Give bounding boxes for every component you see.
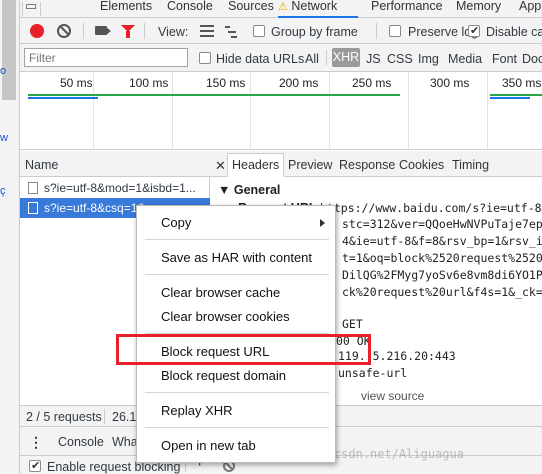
- menu-item-save-har[interactable]: Save as HAR with content: [137, 247, 337, 269]
- tab-network-label: Network: [291, 0, 338, 13]
- timeline-overview[interactable]: 50 ms 100 ms 150 ms 200 ms 250 ms 300 ms…: [20, 72, 542, 150]
- group-by-frame-label: Group by frame: [271, 25, 358, 39]
- large-rows-icon[interactable]: [200, 25, 214, 37]
- tab-application[interactable]: App: [519, 0, 541, 18]
- request-row[interactable]: s?ie=utf-8&mod=1&isbd=1...: [20, 178, 210, 198]
- timeline-tick: 250 ms: [352, 76, 392, 90]
- type-filter-js[interactable]: JS: [366, 52, 381, 66]
- request-waterfall-bar: [490, 97, 530, 99]
- drawer-tab-whats-new[interactable]: Wha: [112, 435, 138, 449]
- submenu-arrow-icon: [320, 219, 325, 227]
- tab-memory[interactable]: Memory: [456, 0, 501, 18]
- request-waterfall-bar: [28, 97, 98, 99]
- tab-headers[interactable]: Headers: [227, 153, 285, 177]
- menu-item-copy[interactable]: Copy: [137, 212, 337, 234]
- tab-cookies[interactable]: Cookies: [399, 158, 444, 172]
- transferred-size: 26.1: [112, 410, 137, 424]
- page-scroll-strip: o w ç: [0, 0, 20, 474]
- drawer-menu-icon[interactable]: ⋮: [29, 435, 43, 449]
- highlight-box: [116, 334, 371, 365]
- referrer-policy-value: unsafe-url: [338, 366, 408, 380]
- document-icon: [28, 182, 38, 194]
- filter-icon[interactable]: [121, 25, 135, 38]
- device-toolbar-icon[interactable]: ▭: [25, 0, 37, 18]
- filter-input[interactable]: [24, 48, 188, 67]
- request-url-value: https://www.baidu.com/s?ie=utf-8&c: [320, 201, 542, 215]
- request-waterfall-bar: [490, 94, 542, 96]
- request-method-value: GET: [342, 317, 363, 331]
- warning-icon: ⚠: [278, 1, 288, 13]
- disable-cache-label: Disable ca: [486, 25, 542, 39]
- timeline-tick: 100 ms: [129, 76, 169, 90]
- details-tab-strip: ✕ Headers Preview Response Cookies Timin…: [210, 151, 542, 177]
- devtools-tab-strip: ▭ Elements Console Sources ⚠ Network Per…: [20, 0, 542, 18]
- tab-elements[interactable]: Elements: [100, 0, 152, 18]
- type-filter-doc[interactable]: Doc: [522, 52, 542, 66]
- menu-item-clear-cookies[interactable]: Clear browser cookies: [137, 306, 337, 328]
- timeline-tick: 50 ms: [60, 76, 93, 90]
- close-icon[interactable]: ✕: [215, 158, 226, 174]
- scrollbar-thumb[interactable]: [2, 0, 16, 100]
- enable-request-blocking-checkbox[interactable]: [29, 459, 41, 472]
- tab-response[interactable]: Response: [339, 158, 395, 172]
- capture-screenshots-icon[interactable]: [95, 26, 111, 35]
- hide-data-urls-checkbox[interactable]: [199, 52, 211, 64]
- menu-item-replay-xhr[interactable]: Replay XHR: [137, 400, 337, 422]
- request-url-line: DilQG%2FMyg7yoSv6e8vm8di6YO1Pswv: [342, 268, 542, 282]
- page-link-fragment: o: [0, 65, 7, 77]
- tab-console[interactable]: Console: [167, 0, 213, 18]
- request-waterfall-bar: [28, 94, 400, 96]
- timeline-tick: 300 ms: [430, 76, 470, 90]
- document-icon: [28, 202, 38, 214]
- group-by-frame-checkbox[interactable]: [253, 25, 265, 37]
- request-count: 2 / 5 requests: [26, 410, 102, 424]
- type-filter-css[interactable]: CSS: [387, 52, 413, 66]
- general-section-toggle[interactable]: ▼ General: [218, 183, 280, 197]
- page-link-fragment: w: [0, 132, 8, 144]
- tab-performance[interactable]: Performance: [371, 0, 443, 18]
- overview-icon[interactable]: [225, 24, 239, 38]
- disable-cache-checkbox[interactable]: [468, 24, 480, 37]
- type-filter-xhr[interactable]: XHR: [332, 48, 360, 67]
- tab-network[interactable]: ⚠ Network: [278, 0, 358, 18]
- tab-timing[interactable]: Timing: [452, 158, 489, 172]
- hide-data-urls-label: Hide data URLs: [216, 52, 305, 66]
- network-toolbar: View: Group by frame Preserve log Disabl…: [20, 18, 542, 44]
- type-filter-all[interactable]: All: [305, 52, 319, 66]
- page-link-fragment: ç: [0, 185, 6, 197]
- menu-item-clear-cache[interactable]: Clear browser cache: [137, 282, 337, 304]
- clear-icon[interactable]: [57, 24, 71, 38]
- type-filter-media[interactable]: Media: [448, 52, 482, 66]
- preserve-log-checkbox[interactable]: [389, 25, 401, 37]
- view-source-link[interactable]: view source: [361, 389, 424, 403]
- name-column-header[interactable]: Name: [20, 151, 210, 177]
- request-url-line: 4&ie=utf-8&f=8&rsv_bp=1&rsv_idx=: [342, 234, 542, 248]
- drawer-tab-console[interactable]: Console: [58, 435, 104, 449]
- tab-preview[interactable]: Preview: [288, 158, 332, 172]
- timeline-tick: 150 ms: [206, 76, 246, 90]
- request-url-line: ck%20request%20url&f4s=1&_ck=250: [342, 285, 542, 299]
- timeline-tick: 200 ms: [279, 76, 319, 90]
- record-icon[interactable]: [30, 24, 44, 38]
- timeline-tick: 350 ms: [502, 76, 542, 90]
- menu-item-block-request-domain[interactable]: Block request domain: [137, 365, 337, 387]
- tab-sources[interactable]: Sources: [228, 0, 274, 18]
- request-url-line: t=1&oq=block%2520request%2520url: [342, 251, 542, 265]
- type-filter-img[interactable]: Img: [418, 52, 439, 66]
- menu-item-open-new-tab[interactable]: Open in new tab: [137, 435, 337, 457]
- type-filter-font[interactable]: Font: [492, 52, 517, 66]
- request-url-line: stc=312&ver=QQoeHwNVPuTaje7ep4TX: [342, 217, 542, 231]
- view-label: View:: [158, 25, 189, 39]
